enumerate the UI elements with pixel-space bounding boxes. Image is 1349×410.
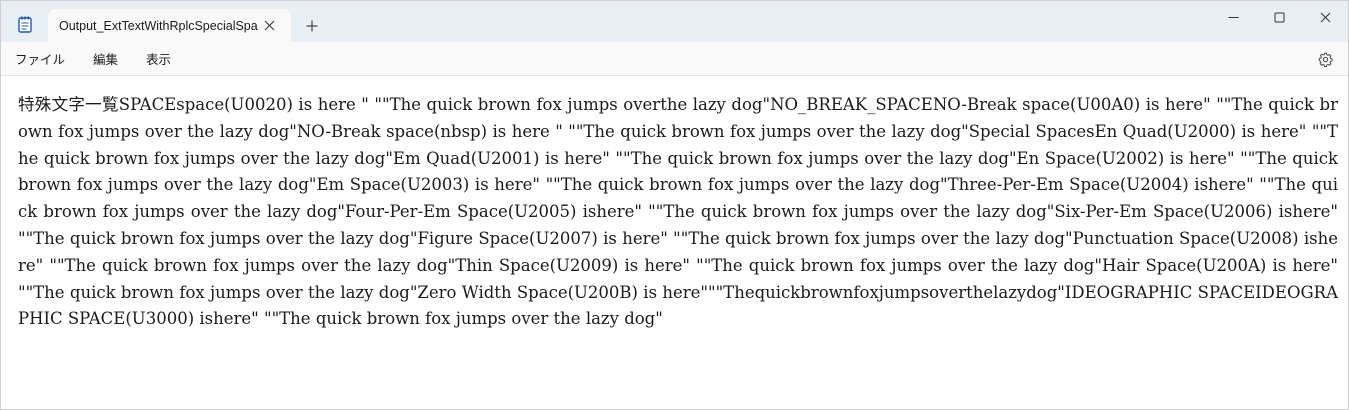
tab-document[interactable]: Output_ExtTextWithRplcSpecialSpa bbox=[48, 9, 291, 42]
tab-title: Output_ExtTextWithRplcSpecialSpa bbox=[59, 18, 258, 33]
notepad-window: Output_ExtTextWithRplcSpecialSpa ファイル 編集… bbox=[0, 0, 1349, 410]
title-bar: Output_ExtTextWithRplcSpecialSpa bbox=[1, 1, 1348, 42]
maximize-button[interactable] bbox=[1256, 1, 1302, 33]
new-tab-button[interactable] bbox=[303, 17, 321, 35]
settings-button[interactable] bbox=[1316, 50, 1334, 68]
plus-icon bbox=[306, 20, 318, 32]
maximize-icon bbox=[1274, 12, 1284, 22]
menu-edit[interactable]: 編集 bbox=[83, 45, 128, 72]
close-window-button[interactable] bbox=[1302, 1, 1348, 33]
editor-content[interactable]: 特殊文字一覧SPACEspace(U0020) is here " ""The … bbox=[18, 92, 1338, 333]
close-icon bbox=[1320, 12, 1330, 22]
menu-view[interactable]: 表示 bbox=[136, 45, 181, 72]
text-editor[interactable]: 特殊文字一覧SPACEspace(U0020) is here " ""The … bbox=[1, 77, 1348, 409]
notepad-icon bbox=[18, 16, 32, 33]
menu-bar: ファイル 編集 表示 bbox=[1, 42, 1348, 76]
close-icon[interactable] bbox=[263, 19, 275, 31]
gear-icon bbox=[1318, 52, 1333, 67]
minimize-button[interactable] bbox=[1210, 1, 1256, 33]
window-controls bbox=[1210, 1, 1348, 33]
minimize-icon bbox=[1228, 16, 1238, 18]
menu-file[interactable]: ファイル bbox=[5, 45, 75, 72]
